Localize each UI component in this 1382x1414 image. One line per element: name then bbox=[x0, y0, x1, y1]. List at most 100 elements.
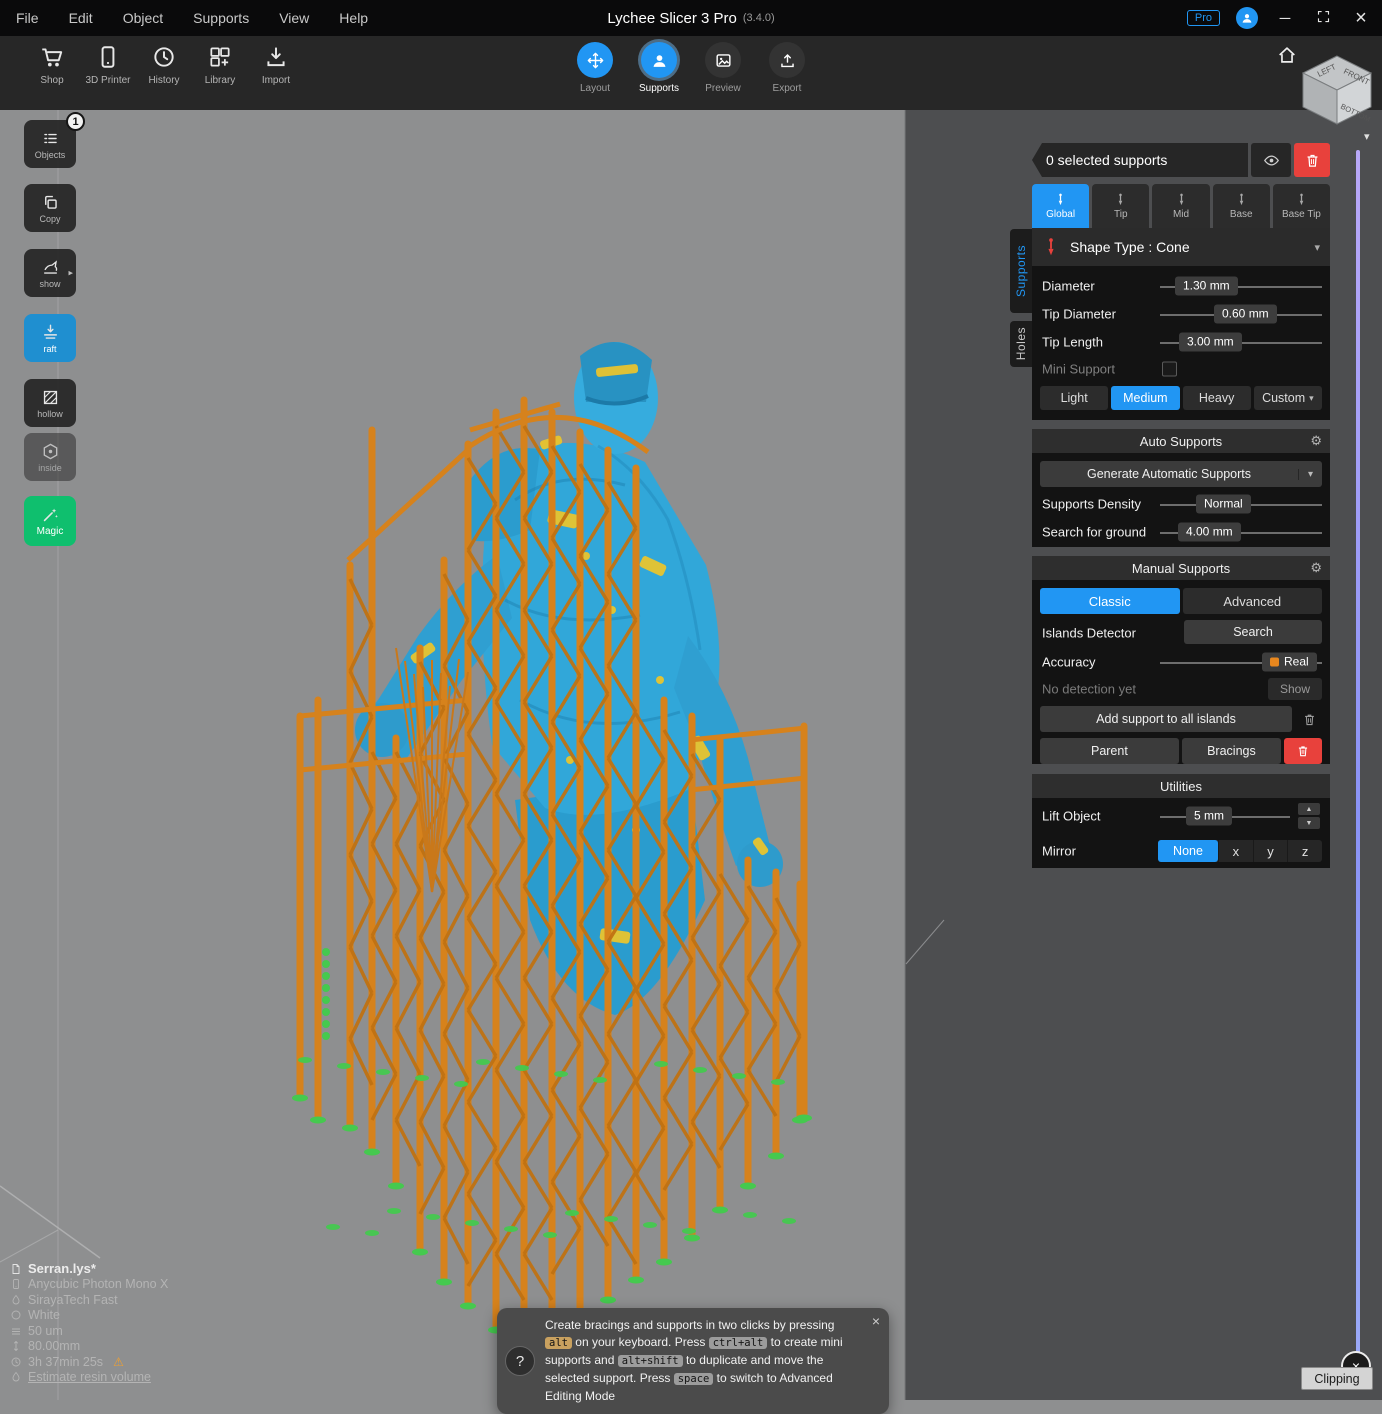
cart-icon bbox=[39, 44, 65, 70]
lift-object-value[interactable]: 5 mm bbox=[1186, 806, 1232, 826]
sidebar-item-magic[interactable]: Magic bbox=[24, 496, 76, 546]
cube-menu-caret[interactable]: ▾ bbox=[1364, 130, 1370, 143]
menu-edit[interactable]: Edit bbox=[69, 10, 93, 26]
supports-density-value[interactable]: Normal bbox=[1196, 494, 1251, 514]
menu-file[interactable]: File bbox=[16, 10, 39, 26]
toggle-supports-visibility-button[interactable] bbox=[1251, 143, 1291, 177]
tab-supports[interactable]: Supports bbox=[627, 42, 691, 94]
gear-icon[interactable]: ⚙ bbox=[1310, 560, 1322, 576]
inside-icon bbox=[41, 442, 60, 461]
add-support-islands-button[interactable]: Add support to all islands bbox=[1040, 706, 1292, 732]
accuracy-label: Accuracy bbox=[1042, 654, 1096, 670]
tab-base[interactable]: Base bbox=[1212, 184, 1270, 228]
delete-supports-button[interactable] bbox=[1294, 143, 1330, 177]
tab-export[interactable]: Export bbox=[755, 42, 819, 94]
classic-tab[interactable]: Classic bbox=[1040, 588, 1180, 614]
tab-layout[interactable]: Layout bbox=[563, 42, 627, 94]
help-icon[interactable]: ? bbox=[505, 1346, 535, 1376]
maximize-button[interactable] bbox=[1312, 9, 1334, 28]
search-ground-label: Search for ground bbox=[1042, 524, 1147, 540]
printer-button[interactable]: 3D Printer bbox=[80, 44, 136, 86]
layers-icon bbox=[10, 1325, 22, 1337]
mirror-z-button[interactable]: z bbox=[1287, 840, 1322, 862]
sidebar-item-show[interactable]: show ▸ bbox=[24, 249, 76, 297]
tab-supports-panel[interactable]: Supports bbox=[1010, 229, 1032, 313]
menu-object[interactable]: Object bbox=[123, 10, 163, 26]
chevron-down-icon[interactable]: ▾ bbox=[1298, 468, 1322, 480]
density-custom-button[interactable]: Custom ▾ bbox=[1253, 386, 1322, 410]
warning-icon: ⚠ bbox=[113, 1354, 124, 1369]
tab-holes-panel[interactable]: Holes bbox=[1010, 321, 1032, 367]
layout-icon bbox=[577, 42, 613, 78]
sidebar-item-hollow[interactable]: hollow bbox=[24, 379, 76, 427]
supports-panel: Supports Holes 0 selected supports Globa… bbox=[1010, 143, 1331, 874]
diameter-value[interactable]: 1.30 mm bbox=[1175, 276, 1238, 296]
search-ground-value[interactable]: 4.00 mm bbox=[1178, 522, 1241, 542]
search-islands-button[interactable]: Search bbox=[1184, 620, 1322, 644]
density-heavy-button[interactable]: Heavy bbox=[1182, 386, 1251, 410]
clipping-slider[interactable] bbox=[1356, 150, 1360, 1356]
menu-supports[interactable]: Supports bbox=[193, 10, 249, 26]
advanced-tab[interactable]: Advanced bbox=[1182, 588, 1322, 614]
history-button[interactable]: History bbox=[136, 44, 192, 86]
printer-icon bbox=[10, 1278, 22, 1290]
shape-type-dropdown[interactable]: Shape Type : Cone ▾ bbox=[1032, 228, 1330, 266]
tab-preview[interactable]: Preview bbox=[691, 42, 755, 94]
history-icon bbox=[151, 44, 177, 70]
close-button[interactable]: × bbox=[1350, 7, 1372, 30]
menu-help[interactable]: Help bbox=[339, 10, 368, 26]
view-cube[interactable]: LEFT FRONT BOTTOM bbox=[1296, 52, 1376, 132]
parent-button[interactable]: Parent bbox=[1040, 738, 1179, 764]
home-view-button[interactable] bbox=[1276, 44, 1298, 66]
mini-support-checkbox[interactable] bbox=[1162, 361, 1177, 377]
clipping-button[interactable]: Clipping bbox=[1301, 1367, 1373, 1390]
mirror-y-button[interactable]: y bbox=[1252, 840, 1288, 862]
density-light-button[interactable]: Light bbox=[1040, 386, 1109, 410]
tooltip-close-icon[interactable]: × bbox=[872, 1313, 880, 1329]
lift-object-label: Lift Object bbox=[1042, 808, 1101, 824]
status-filename: Serran.lys* bbox=[10, 1261, 168, 1276]
supports-density-label: Supports Density bbox=[1042, 496, 1141, 512]
magic-wand-icon bbox=[41, 505, 60, 524]
sidebar-item-raft[interactable]: raft bbox=[24, 314, 76, 362]
show-expand-arrow[interactable]: ▸ bbox=[68, 268, 73, 279]
user-avatar[interactable] bbox=[1236, 7, 1258, 29]
tab-base-tip[interactable]: Base Tip bbox=[1272, 184, 1331, 228]
status-resin: SirayaTech Fast bbox=[10, 1293, 168, 1307]
kbd-ctrl-alt: ctrl+alt bbox=[708, 1337, 768, 1349]
tip-length-value[interactable]: 3.00 mm bbox=[1179, 332, 1242, 352]
sidebar-item-copy[interactable]: Copy bbox=[24, 184, 76, 232]
minimize-button[interactable]: ─ bbox=[1274, 10, 1296, 27]
stepper-up-button[interactable]: ▲ bbox=[1298, 803, 1320, 815]
accuracy-value[interactable]: Real bbox=[1262, 652, 1317, 672]
utilities-section: Utilities Lift Object 5 mm ▲ ▼ Mirror No… bbox=[1032, 774, 1330, 868]
show-islands-button[interactable]: Show bbox=[1268, 678, 1322, 700]
menu-view[interactable]: View bbox=[279, 10, 309, 26]
delete-manual-button[interactable] bbox=[1284, 738, 1322, 764]
diameter-label: Diameter bbox=[1042, 278, 1095, 294]
gear-icon[interactable]: ⚙ bbox=[1310, 433, 1322, 449]
generate-supports-button[interactable]: Generate Automatic Supports ▾ bbox=[1040, 461, 1322, 487]
import-button[interactable]: Import bbox=[248, 44, 304, 86]
objects-list-icon bbox=[41, 129, 60, 148]
shop-button[interactable]: Shop bbox=[24, 44, 80, 86]
stepper-down-button[interactable]: ▼ bbox=[1298, 817, 1320, 829]
mirror-x-button[interactable]: x bbox=[1218, 840, 1253, 862]
file-icon bbox=[10, 1263, 22, 1275]
library-button[interactable]: Library bbox=[192, 44, 248, 86]
estimate-resin-link[interactable]: Estimate resin volume bbox=[10, 1370, 168, 1384]
delete-islands-button[interactable] bbox=[1296, 712, 1322, 727]
trash-icon bbox=[1304, 152, 1321, 169]
sidebar-item-inside[interactable]: inside bbox=[24, 433, 76, 481]
color-icon bbox=[10, 1309, 22, 1321]
tip-diameter-value[interactable]: 0.60 mm bbox=[1214, 304, 1277, 324]
tab-mid[interactable]: Mid bbox=[1152, 184, 1210, 228]
tab-tip[interactable]: Tip bbox=[1092, 184, 1150, 228]
islands-detector-label: Islands Detector bbox=[1042, 625, 1136, 641]
density-medium-button[interactable]: Medium bbox=[1111, 386, 1180, 410]
tab-global[interactable]: Global bbox=[1032, 184, 1090, 228]
kbd-alt: alt bbox=[545, 1337, 572, 1349]
mirror-none-button[interactable]: None bbox=[1158, 840, 1218, 862]
bracings-button[interactable]: Bracings bbox=[1181, 738, 1281, 764]
tip-diameter-label: Tip Diameter bbox=[1042, 306, 1116, 322]
